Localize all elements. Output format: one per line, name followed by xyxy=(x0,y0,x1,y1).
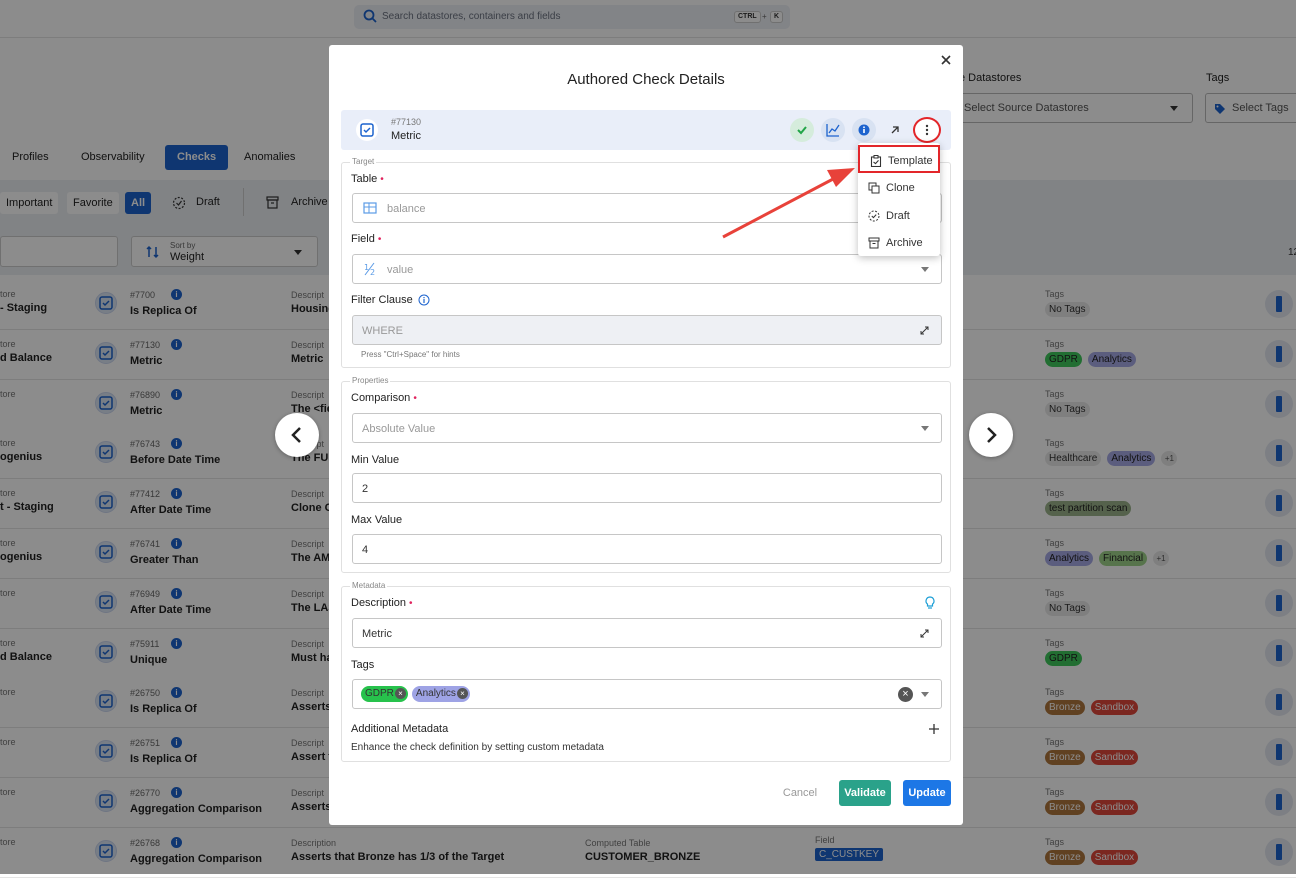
open-external-button[interactable] xyxy=(883,118,907,142)
fraction-icon: 12 xyxy=(364,262,375,276)
properties-section: Properties Comparison • Absolute Value Mi… xyxy=(341,376,951,573)
chart-button[interactable] xyxy=(821,118,845,142)
update-button[interactable]: Update xyxy=(903,780,951,806)
archive-icon xyxy=(868,237,880,249)
table-label: Table • xyxy=(351,173,384,185)
field-select[interactable]: 12 value xyxy=(352,254,942,284)
description-input[interactable]: Metric xyxy=(352,618,942,648)
menu-item-draft-label: Draft xyxy=(886,210,910,222)
max-value-label: Max Value xyxy=(351,514,403,526)
tag-chip-analytics: Analytics × xyxy=(411,686,470,702)
checkbox-icon xyxy=(360,123,374,137)
chevron-right-icon xyxy=(987,427,997,443)
clear-icon[interactable]: × xyxy=(898,687,913,702)
remove-tag-icon[interactable]: × xyxy=(394,688,406,699)
remove-tag-icon[interactable]: × xyxy=(456,688,468,699)
expand-icon[interactable] xyxy=(920,326,929,335)
more-options-menu: Template Clone Draft Archive xyxy=(858,143,940,256)
chevron-down-icon[interactable] xyxy=(921,692,929,697)
more-vertical-icon xyxy=(925,124,929,136)
properties-legend: Properties xyxy=(350,376,391,385)
next-button[interactable] xyxy=(969,413,1013,457)
metadata-section: Metadata Description • Metric Tags GDPR × … xyxy=(341,581,951,762)
menu-item-clone-label: Clone xyxy=(886,182,915,194)
more-options-button[interactable] xyxy=(913,117,941,143)
target-legend: Target xyxy=(350,157,377,166)
clipboard-check-icon xyxy=(870,155,882,167)
info-icon[interactable] xyxy=(418,294,430,306)
chevron-down-icon xyxy=(921,267,929,272)
lightbulb-icon[interactable] xyxy=(924,596,936,610)
tags-select[interactable]: GDPR × Analytics × × xyxy=(352,679,942,709)
filter-clause-input[interactable]: WHERE xyxy=(352,315,942,345)
max-value: 4 xyxy=(362,544,369,556)
plus-icon[interactable] xyxy=(929,724,939,734)
description-label: Description • xyxy=(351,597,413,609)
table-value: balance xyxy=(387,203,426,215)
filter-clause-placeholder: WHERE xyxy=(362,325,403,337)
menu-item-draft[interactable]: Draft xyxy=(858,202,940,228)
comparison-value: Absolute Value xyxy=(362,423,436,435)
check-type-badge xyxy=(356,119,378,141)
comparison-label: Comparison • xyxy=(351,392,417,404)
annotation-arrow xyxy=(722,168,855,239)
active-status-button[interactable] xyxy=(790,118,814,142)
chart-icon xyxy=(826,124,840,137)
expand-icon[interactable] xyxy=(920,629,929,638)
menu-item-template-label: Template xyxy=(888,155,933,167)
previous-button[interactable] xyxy=(275,413,319,457)
filter-clause-label: Filter Clause xyxy=(351,294,413,306)
metadata-legend: Metadata xyxy=(350,581,388,590)
field-value: value xyxy=(387,264,414,276)
draft-icon xyxy=(868,210,880,222)
min-value: 2 xyxy=(362,483,369,495)
close-icon[interactable] xyxy=(939,53,953,67)
additional-metadata-label: Additional Metadata xyxy=(351,723,449,735)
cancel-button[interactable]: Cancel xyxy=(778,780,822,806)
modal-title: Authored Check Details xyxy=(567,71,725,88)
menu-item-clone[interactable]: Clone xyxy=(858,174,940,200)
chevron-left-icon xyxy=(291,427,301,443)
additional-metadata-hint: Enhance the check definition by setting … xyxy=(351,742,604,753)
description-value: Metric xyxy=(362,628,392,640)
copy-icon xyxy=(868,182,880,194)
validate-button[interactable]: Validate xyxy=(839,780,891,806)
comparison-select[interactable]: Absolute Value xyxy=(352,413,942,443)
check-id: #77130 xyxy=(391,117,422,127)
menu-item-archive-label: Archive xyxy=(886,237,923,249)
filter-clause-hint: Press "Ctrl+Space" for hints xyxy=(361,350,460,359)
min-value-label: Min Value xyxy=(351,454,400,466)
chevron-down-icon xyxy=(921,426,929,431)
info-icon xyxy=(858,124,870,136)
table-icon xyxy=(363,202,377,214)
tag-chip-gdpr: GDPR × xyxy=(361,686,408,702)
svg-text:2: 2 xyxy=(370,268,375,276)
info-button[interactable] xyxy=(852,118,876,142)
selected-tags: GDPR × Analytics × xyxy=(361,686,470,702)
field-label: Field • xyxy=(351,233,382,245)
tags-label: Tags xyxy=(351,659,375,671)
menu-item-template[interactable]: Template xyxy=(858,145,940,173)
arrow-up-right-icon xyxy=(891,126,899,134)
max-value-input[interactable]: 4 xyxy=(352,534,942,564)
check-icon xyxy=(797,126,807,135)
menu-item-archive[interactable]: Archive xyxy=(858,229,940,255)
check-name: Metric xyxy=(391,130,421,142)
min-value-input[interactable]: 2 xyxy=(352,473,942,503)
